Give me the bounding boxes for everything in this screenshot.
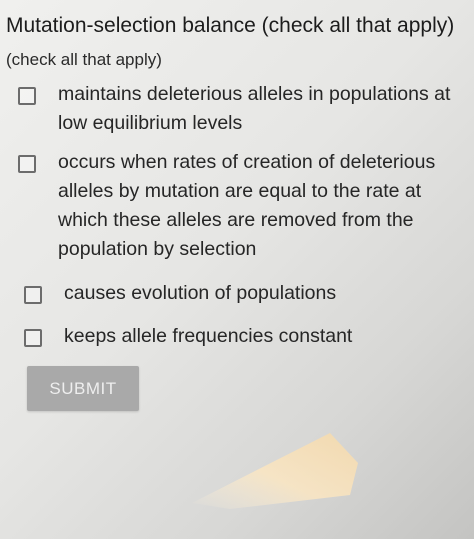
screen-glare	[192, 433, 358, 509]
option-keeps-frequencies-constant[interactable]: keeps allele frequencies constant	[24, 322, 444, 351]
checkbox[interactable]	[18, 87, 36, 105]
question-subtitle: (check all that apply)	[6, 50, 162, 69]
question-title: Mutation-selection balance (check all th…	[6, 14, 455, 37]
checkbox[interactable]	[24, 286, 42, 304]
checkbox[interactable]	[24, 329, 42, 347]
option-mutation-equals-selection[interactable]: occurs when rates of creation of deleter…	[18, 148, 458, 264]
option-label: maintains deleterious alleles in populat…	[58, 83, 451, 134]
option-causes-evolution[interactable]: causes evolution of populations	[24, 279, 444, 308]
checkbox[interactable]	[18, 155, 36, 173]
option-label: occurs when rates of creation of deleter…	[58, 151, 436, 260]
option-maintains-deleterious-alleles[interactable]: maintains deleterious alleles in populat…	[18, 80, 458, 138]
submit-button[interactable]: SUBMIT	[27, 366, 139, 411]
option-label: causes evolution of populations	[64, 282, 337, 304]
option-label: keeps allele frequencies constant	[64, 325, 353, 347]
